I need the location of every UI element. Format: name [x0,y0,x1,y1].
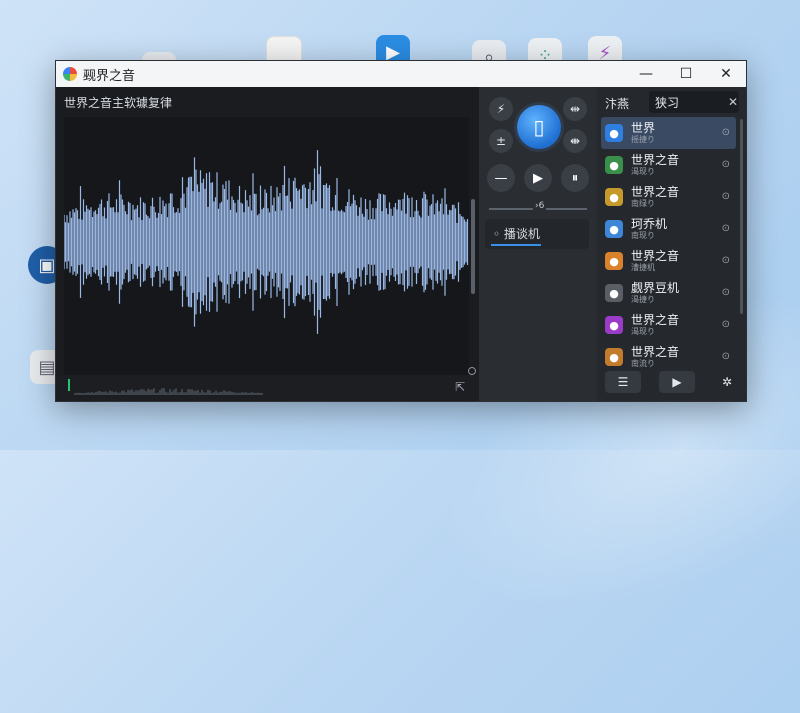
waveform-path [63,150,469,334]
device-label: ◦ 播谈机 [493,227,540,241]
playlist-item[interactable]: ● 世界 摇捷り ⊙ [601,117,736,149]
waveform-view[interactable] [63,117,469,375]
app-window: 觋界之音 — ☐ ✕ 世界之音主软璩复律 ⇱ ⚡ ⇹ ▯ ± ⇼ — ▶ ⏸ ›… [55,60,747,402]
speed-label: ›6 [533,201,547,211]
person-icon: ● [605,348,623,366]
overview-waveform-path [74,388,263,395]
item-name: 世界之音 [631,248,680,263]
waveform-panel: 世界之音主软璩复律 ⇱ [56,87,479,401]
playlist-panel: 汴燕 ✕ ●世界摇捷り⊙●世界之音渴现り⊙●世界之音南绿り⊙●珂乔机南现り⊙●世… [597,87,746,401]
item-toggle-icon[interactable]: ⊙ [722,351,730,362]
merge-icon[interactable]: ⇼ [563,129,587,153]
item-subtitle: 南绿り [631,198,655,208]
item-subtitle: 漕捷机 [631,262,655,272]
close-button[interactable]: ✕ [706,61,746,87]
playlist-item[interactable]: ● 世界之音 渴现り ⊙ [601,309,736,341]
note-icon: ● [605,188,623,206]
record-button[interactable]: ▯ [517,105,561,149]
play-button[interactable]: ▶ [524,164,552,192]
item-toggle-icon[interactable]: ⊙ [722,223,730,234]
close-search-icon[interactable]: ✕ [728,95,738,109]
playlist-header: 汴燕 [605,97,630,111]
item-toggle-icon[interactable]: ⊙ [722,127,730,138]
item-name: 觑界豆机 [631,280,680,295]
playlist-item[interactable]: ● 世界之音 漕捷机 ⊙ [601,245,736,277]
device-progress [491,244,541,246]
export-icon[interactable]: ⇱ [455,380,469,394]
lightning-icon[interactable]: ⚡ [489,97,513,121]
item-name: 珂乔机 [631,216,668,231]
pause-button[interactable]: ⏸ [561,164,589,192]
minimize-button[interactable]: — [626,61,666,87]
item-text: 珂乔机 南现り [631,216,668,241]
split-icon[interactable]: ⇹ [563,97,587,121]
item-text: 世界之音 南绿り [631,184,680,209]
device-card[interactable]: ◦ 播谈机 [485,219,589,249]
item-subtitle: 摇捷り [631,134,655,144]
folder-icon: ● [605,220,623,238]
speaker-icon: ● [605,284,623,302]
playlist-item[interactable]: ● 世界之音 渴现り ⊙ [601,149,736,181]
playlist-search-input[interactable] [649,91,739,113]
shuffle-icon[interactable]: ✲ [717,371,737,393]
playlist-scrollbar[interactable] [740,119,743,314]
item-text: 世界之音 渴现り [631,312,680,337]
playlist: ● 世界 摇捷り ⊙ ● 世界之音 渴现り ⊙ ● 世界之音 南绿り ⊙ ● 珂乔机 南现り ⊙ ● 世界之音 漕捷… [601,117,736,373]
playlist-item[interactable]: ● 世界之音 南绿り ⊙ [601,181,736,213]
minus-button[interactable]: — [487,164,515,192]
playlist-play-button[interactable]: ▶ [659,371,695,393]
item-subtitle: 渴现り [631,326,655,336]
playlist-footer: ☰ ▶ ✲ [597,365,746,401]
overview-bar: ⇱ [56,375,479,401]
item-text: 世界 摇捷り [631,120,656,145]
waveform-scrollbar[interactable] [471,199,475,294]
plus-minus-icon[interactable]: ± [489,129,513,153]
window-body: 世界之音主软璩复律 ⇱ ⚡ ⇹ ▯ ± ⇼ — ▶ ⏸ ›6 ◦ 播谈机 汴燕 … [56,87,746,401]
item-subtitle: 渴捷り [631,294,655,304]
item-text: 世界之音 漕捷机 [631,248,680,273]
item-name: 世界之音 [631,344,680,359]
window-icon: ● [605,156,623,174]
playhead-marker[interactable] [68,379,70,391]
title-bar: 觋界之音 — ☐ ✕ [56,61,746,87]
control-panel: ⚡ ⇹ ▯ ± ⇼ — ▶ ⏸ ›6 ◦ 播谈机 [479,87,597,401]
playlist-item[interactable]: ● 珂乔机 南现り ⊙ [601,213,736,245]
editor-title: 世界之音主软璩复律 [64,96,173,110]
item-toggle-icon[interactable]: ⊙ [722,255,730,266]
item-subtitle: 南现り [631,230,655,240]
item-toggle-icon[interactable]: ⊙ [722,191,730,202]
item-name: 世界 [631,120,656,135]
overview-waveform [74,388,263,395]
item-subtitle: 渴现り [631,166,655,176]
zoom-dot-icon[interactable] [468,367,476,375]
item-text: 觑界豆机 渴捷り [631,280,680,305]
app-logo-icon [63,67,77,81]
item-name: 世界之音 [631,312,680,327]
item-text: 世界之音 渴现り [631,152,680,177]
item-name: 世界之音 [631,184,680,199]
item-toggle-icon[interactable]: ⊙ [722,287,730,298]
star-icon: ● [605,252,623,270]
item-toggle-icon[interactable]: ⊙ [722,319,730,330]
waveform-svg [63,150,469,334]
item-toggle-icon[interactable]: ⊙ [722,159,730,170]
item-name: 世界之音 [631,152,680,167]
document-icon: ▯ [533,115,545,139]
window-title: 觋界之音 [83,68,136,84]
playlist-item[interactable]: ● 觑界豆机 渴捷り ⊙ [601,277,736,309]
window-controls: — ☐ ✕ [626,61,746,87]
list-view-button[interactable]: ☰ [605,371,641,393]
blue-diamond-icon: ● [605,124,623,142]
maximize-button[interactable]: ☐ [666,61,706,87]
x-icon: ● [605,316,623,334]
